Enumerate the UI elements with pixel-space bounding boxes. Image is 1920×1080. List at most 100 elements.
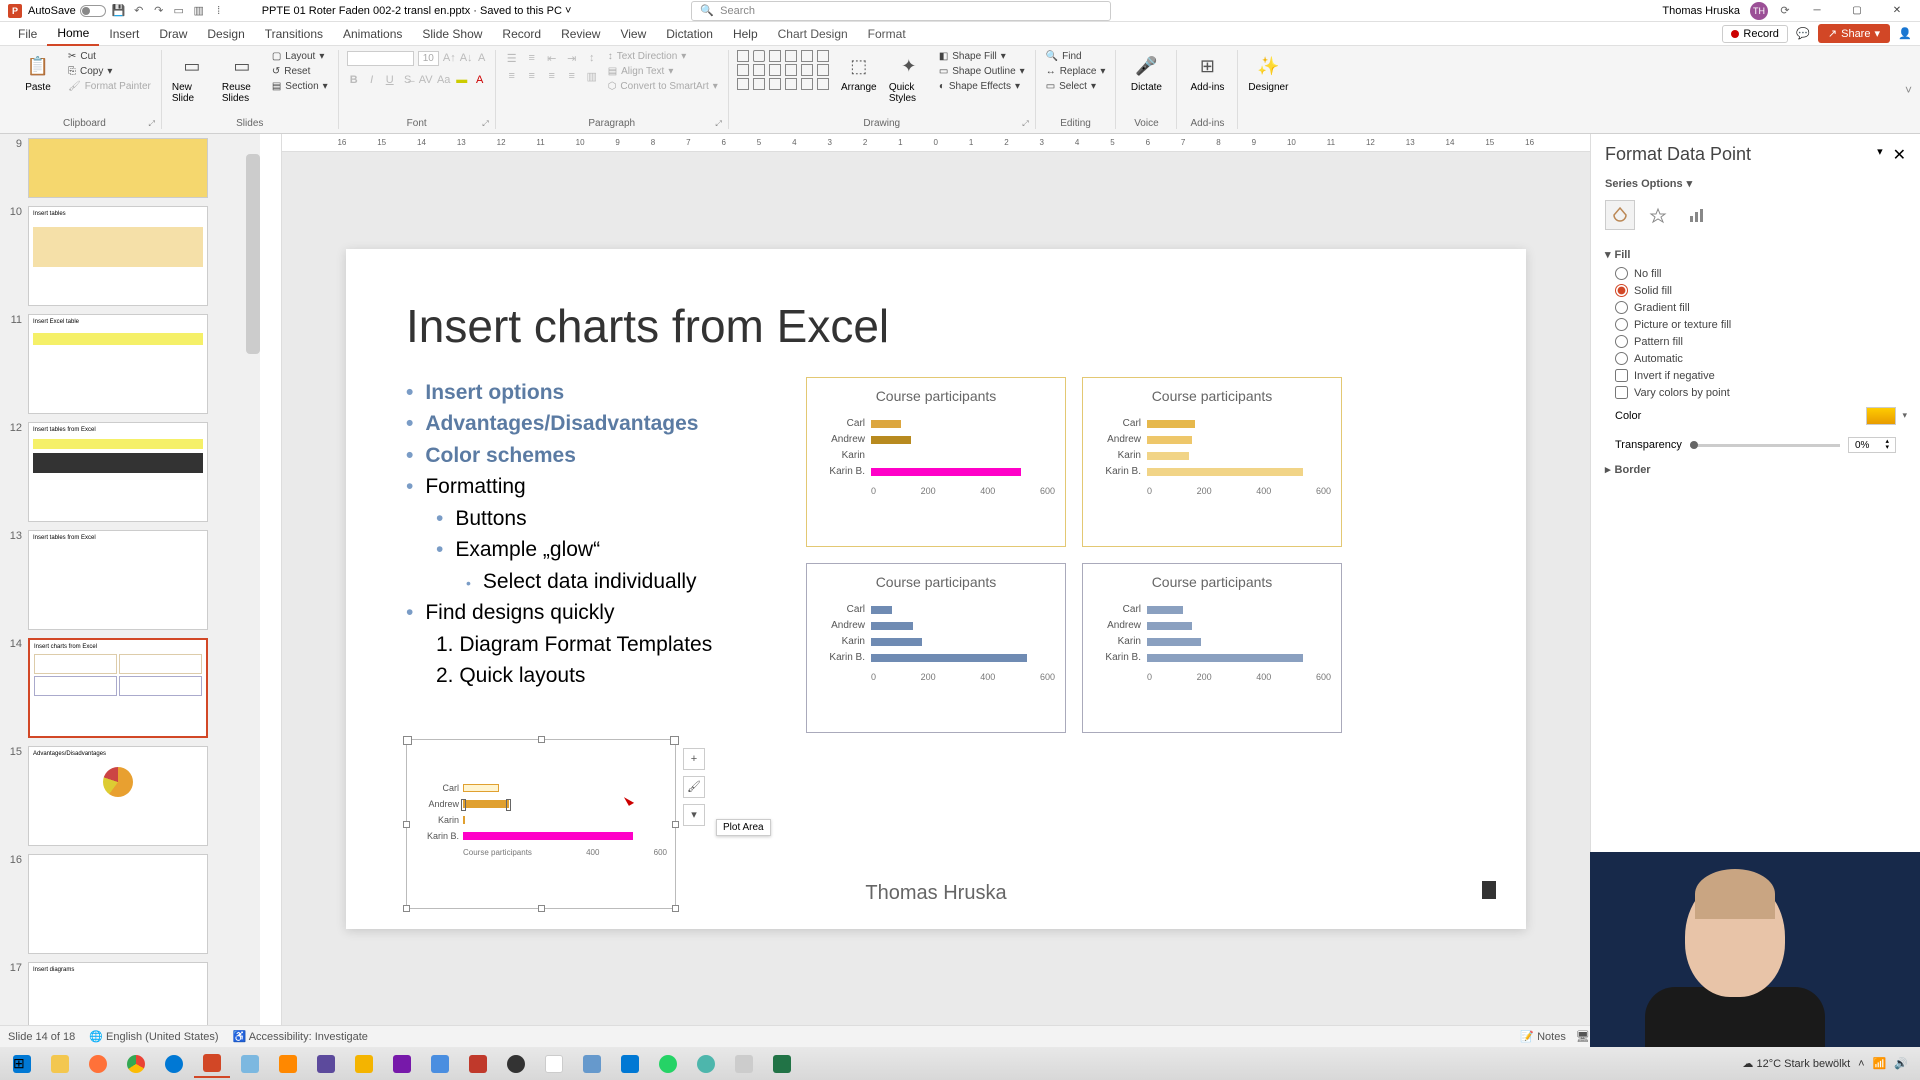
shapes-gallery[interactable] bbox=[737, 50, 831, 90]
selected-chart[interactable]: + 🖌 ▾ Carl Andrew Karin Karin B. Course … bbox=[406, 739, 676, 909]
thumb-16[interactable] bbox=[28, 854, 208, 954]
clear-format-icon[interactable]: A bbox=[477, 50, 487, 66]
check-vary-colors[interactable]: Vary colors by point bbox=[1605, 384, 1906, 401]
transparency-slider[interactable] bbox=[1690, 444, 1840, 447]
mini-chart-c[interactable]: Course participants Carl Andrew Karin Ka… bbox=[806, 563, 1066, 733]
tab-dictation[interactable]: Dictation bbox=[656, 23, 723, 45]
indent-left-icon[interactable]: ⇤ bbox=[544, 50, 560, 66]
radio-no-fill[interactable]: No fill bbox=[1605, 265, 1906, 282]
tb-vlc[interactable] bbox=[270, 1050, 306, 1078]
tab-slideshow[interactable]: Slide Show bbox=[412, 23, 492, 45]
transparency-value[interactable]: 0%▴▾ bbox=[1848, 437, 1896, 453]
border-section-header[interactable]: ▸ Border bbox=[1605, 459, 1906, 480]
tray-network-icon[interactable]: 📶 bbox=[1873, 1057, 1887, 1070]
font-family-select[interactable] bbox=[347, 51, 414, 66]
radio-gradient-fill[interactable]: Gradient fill bbox=[1605, 299, 1906, 316]
quick-styles-button[interactable]: ✦Quick Styles bbox=[887, 50, 931, 106]
tb-edge[interactable] bbox=[156, 1050, 192, 1078]
comments-icon[interactable]: 💬 bbox=[1796, 27, 1810, 41]
radio-pattern-fill[interactable]: Pattern fill bbox=[1605, 333, 1906, 350]
thumb-12[interactable]: Insert tables from Excel bbox=[28, 422, 208, 522]
language-status[interactable]: 🌐 English (United States) bbox=[89, 1030, 218, 1043]
tab-design[interactable]: Design bbox=[197, 23, 254, 45]
tb-app2[interactable] bbox=[308, 1050, 344, 1078]
select-button[interactable]: ▭ Select ▾ bbox=[1044, 80, 1108, 93]
user-avatar[interactable]: TH bbox=[1750, 2, 1768, 20]
tb-powerpoint[interactable] bbox=[194, 1050, 230, 1078]
tb-app10[interactable] bbox=[688, 1050, 724, 1078]
maximize-button[interactable]: ▢ bbox=[1842, 1, 1872, 21]
fill-section-header[interactable]: ▾ Fill bbox=[1605, 244, 1906, 265]
tab-draw[interactable]: Draw bbox=[149, 23, 197, 45]
thumb-10[interactable]: Insert tables bbox=[28, 206, 208, 306]
align-center-icon[interactable]: ≡ bbox=[524, 68, 540, 84]
tb-chrome[interactable] bbox=[118, 1050, 154, 1078]
slide-text[interactable]: Insert options Advantages/Disadvantages … bbox=[406, 377, 766, 733]
align-left-icon[interactable]: ≡ bbox=[504, 68, 520, 84]
shape-fill-button[interactable]: ◧ Shape Fill ▾ bbox=[937, 50, 1027, 63]
search-input[interactable]: 🔍 Search bbox=[691, 1, 1111, 21]
tb-app[interactable] bbox=[232, 1050, 268, 1078]
tb-app11[interactable] bbox=[726, 1050, 762, 1078]
columns-icon[interactable]: ▥ bbox=[584, 68, 600, 84]
qat-icon-2[interactable]: ▥ bbox=[192, 4, 206, 18]
section-button[interactable]: ▤ Section ▾ bbox=[270, 80, 330, 93]
thumb-17[interactable]: Insert diagrams bbox=[28, 962, 208, 1025]
notes-button[interactable]: 📝 Notes bbox=[1520, 1030, 1566, 1043]
underline-icon[interactable]: U bbox=[383, 72, 397, 88]
thumb-14[interactable]: Insert charts from Excel bbox=[28, 638, 208, 738]
pane-tab-fill[interactable] bbox=[1605, 200, 1635, 230]
tab-transitions[interactable]: Transitions bbox=[255, 23, 333, 45]
launcher-icon[interactable]: ⤢ bbox=[715, 119, 721, 129]
redo-icon[interactable]: ↷ bbox=[152, 4, 166, 18]
pane-tab-series[interactable] bbox=[1681, 200, 1711, 230]
tab-format[interactable]: Format bbox=[858, 23, 916, 45]
paste-button[interactable]: 📋Paste bbox=[16, 50, 60, 95]
slide-title[interactable]: Insert charts from Excel bbox=[406, 299, 1466, 353]
highlight-icon[interactable]: ▬ bbox=[455, 72, 469, 88]
indent-right-icon[interactable]: ⇥ bbox=[564, 50, 580, 66]
arrange-button[interactable]: ⬚Arrange bbox=[837, 50, 881, 95]
designer-button[interactable]: ✨Designer bbox=[1246, 50, 1290, 95]
shape-outline-button[interactable]: ▭ Shape Outline ▾ bbox=[937, 65, 1027, 78]
tab-insert[interactable]: Insert bbox=[99, 23, 149, 45]
addins-button[interactable]: ⊞Add-ins bbox=[1185, 50, 1229, 95]
align-justify-icon[interactable]: ≡ bbox=[564, 68, 580, 84]
tb-excel[interactable] bbox=[764, 1050, 800, 1078]
launcher-icon[interactable]: ⤢ bbox=[482, 119, 488, 129]
save-icon[interactable]: 💾 bbox=[112, 4, 126, 18]
tb-app8[interactable] bbox=[574, 1050, 610, 1078]
tab-animations[interactable]: Animations bbox=[333, 23, 412, 45]
line-spacing-icon[interactable]: ↕ bbox=[584, 50, 600, 66]
chart-filter-button[interactable]: ▾ bbox=[683, 804, 705, 826]
radio-automatic[interactable]: Automatic bbox=[1605, 350, 1906, 367]
launcher-icon[interactable]: ⤢ bbox=[1022, 119, 1028, 129]
bullets-icon[interactable]: ☰ bbox=[504, 50, 520, 66]
tb-app5[interactable] bbox=[460, 1050, 496, 1078]
smartart-button[interactable]: ⬡ Convert to SmartArt ▾ bbox=[606, 80, 720, 93]
pane-subtitle[interactable]: Series Options ▾ bbox=[1591, 175, 1920, 192]
pane-close-icon[interactable]: ✕ bbox=[1893, 145, 1906, 165]
mini-chart-a[interactable]: Course participants Carl Andrew Karin Ka… bbox=[806, 377, 1066, 547]
close-button[interactable]: ✕ bbox=[1882, 1, 1912, 21]
new-slide-button[interactable]: ▭New Slide bbox=[170, 50, 214, 106]
tb-app6[interactable] bbox=[498, 1050, 534, 1078]
strike-icon[interactable]: S̶ bbox=[401, 72, 415, 88]
qat-icon-1[interactable]: ▭ bbox=[172, 4, 186, 18]
tray-chevron-icon[interactable]: ˄ bbox=[1858, 1058, 1864, 1070]
tb-app9[interactable] bbox=[612, 1050, 648, 1078]
thumb-15[interactable]: Advantages/Disadvantages bbox=[28, 746, 208, 846]
check-invert-negative[interactable]: Invert if negative bbox=[1605, 367, 1906, 384]
present-mode-icon[interactable]: 👤 bbox=[1898, 27, 1912, 41]
decrease-font-icon[interactable]: A↓ bbox=[460, 50, 473, 66]
dictate-button[interactable]: 🎤Dictate bbox=[1124, 50, 1168, 95]
slide-thumbnails[interactable]: 9 10Insert tables 11Insert Excel table 1… bbox=[0, 134, 260, 1025]
text-direction-button[interactable]: ↕ Text Direction ▾ bbox=[606, 50, 720, 63]
accessibility-status[interactable]: ♿ Accessibility: Investigate bbox=[233, 1030, 368, 1043]
italic-icon[interactable]: I bbox=[365, 72, 379, 88]
autosave-toggle[interactable]: AutoSave bbox=[28, 5, 106, 17]
bold-icon[interactable]: B bbox=[347, 72, 361, 88]
tb-app3[interactable] bbox=[346, 1050, 382, 1078]
tab-file[interactable]: File bbox=[8, 23, 47, 45]
numbering-icon[interactable]: ≡ bbox=[524, 50, 540, 66]
